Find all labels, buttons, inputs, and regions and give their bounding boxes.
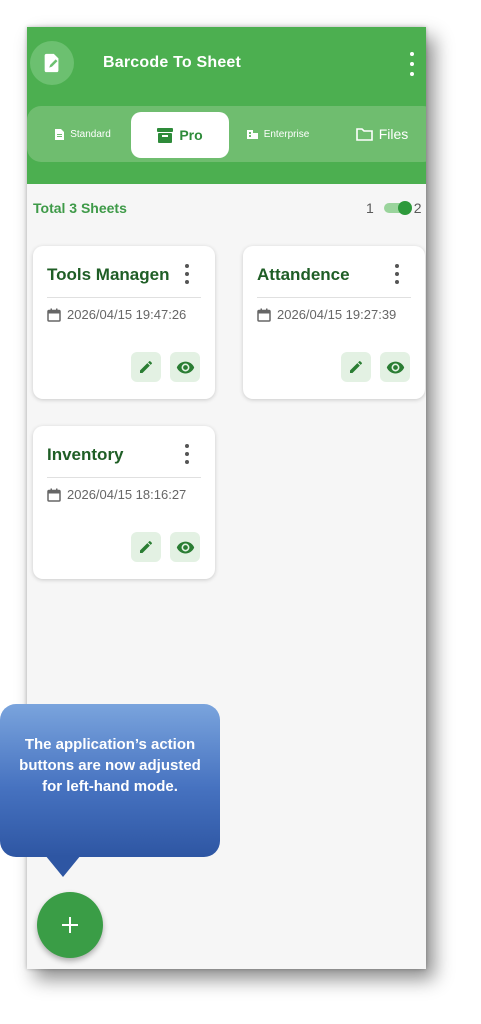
tooltip-callout: The application’s action buttons are now…: [0, 704, 220, 857]
sheet-card[interactable]: Attandence 2026/04/15 19:27:39: [243, 246, 425, 399]
eye-icon: [176, 541, 194, 553]
tab-label: Pro: [179, 127, 203, 143]
sheet-title: Attandence: [257, 265, 350, 284]
edit-button[interactable]: [341, 352, 371, 382]
tab-bar: Standard Pro Enterprise Files: [27, 106, 426, 162]
sheet-title: Inventory: [47, 445, 124, 464]
eye-icon: [386, 361, 404, 373]
app-bar: Barcode To Sheet Standard Pro Enterprise…: [27, 27, 426, 184]
tab-label: Files: [378, 126, 409, 142]
edit-document-icon: [44, 53, 59, 73]
add-sheet-button[interactable]: [37, 892, 103, 958]
app-title: Barcode To Sheet: [103, 54, 242, 71]
plus-icon: [62, 917, 78, 933]
divider: [47, 477, 201, 478]
toggle-switch[interactable]: [383, 201, 412, 215]
tab-label: Standard: [70, 128, 111, 140]
calendar-icon: [47, 308, 61, 322]
toggle-option-two: 2: [413, 200, 422, 216]
sheet-date: 2026/04/15 19:27:39: [257, 307, 396, 322]
calendar-icon: [47, 488, 61, 502]
pencil-icon: [350, 360, 363, 373]
tab-enterprise[interactable]: Enterprise: [229, 106, 327, 162]
view-button[interactable]: [380, 352, 410, 382]
eye-icon: [176, 361, 194, 373]
divider: [257, 297, 411, 298]
sheet-date-text: 2026/04/15 19:47:26: [67, 307, 187, 322]
pencil-icon: [140, 540, 153, 553]
sheet-card[interactable]: Inventory 2026/04/15 18:16:27: [33, 426, 215, 579]
toggle-knob: [397, 201, 412, 215]
pencil-icon: [140, 360, 153, 373]
card-more-icon[interactable]: [392, 264, 402, 284]
sheet-date: 2026/04/15 19:47:26: [47, 307, 186, 322]
toggle-option-one: 1: [366, 200, 374, 216]
building-icon: [246, 130, 258, 139]
tab-files[interactable]: Files: [333, 106, 426, 162]
tab-label: Enterprise: [263, 128, 310, 140]
edit-button[interactable]: [131, 532, 161, 562]
view-button[interactable]: [170, 352, 200, 382]
edit-button[interactable]: [131, 352, 161, 382]
folder-icon: [355, 127, 373, 141]
tooltip-pointer: [45, 855, 81, 877]
document-icon: [55, 128, 65, 140]
tab-pro[interactable]: Pro: [131, 112, 229, 158]
sheet-date: 2026/04/15 18:16:27: [47, 487, 186, 502]
card-more-icon[interactable]: [182, 264, 192, 284]
divider: [47, 297, 201, 298]
layout-toggle[interactable]: 1 2: [366, 199, 422, 217]
calendar-icon: [257, 308, 271, 322]
tab-standard[interactable]: Standard: [33, 106, 133, 162]
view-button[interactable]: [170, 532, 200, 562]
archive-icon: [157, 127, 174, 143]
sheet-title: Tools Managen: [47, 265, 170, 284]
sheet-date-text: 2026/04/15 18:16:27: [67, 487, 187, 502]
sheet-card[interactable]: Tools Managen 2026/04/15 19:47:26: [33, 246, 215, 399]
sheet-date-text: 2026/04/15 19:27:39: [277, 307, 397, 322]
screenshot-stage: Barcode To Sheet Standard Pro Enterprise…: [0, 0, 481, 1024]
overflow-menu-icon[interactable]: [405, 52, 419, 76]
card-more-icon[interactable]: [182, 444, 192, 464]
app-logo: [30, 41, 74, 85]
tooltip-text: The application’s action buttons are now…: [19, 736, 201, 795]
sheet-count: Total 3 Sheets: [33, 200, 127, 216]
